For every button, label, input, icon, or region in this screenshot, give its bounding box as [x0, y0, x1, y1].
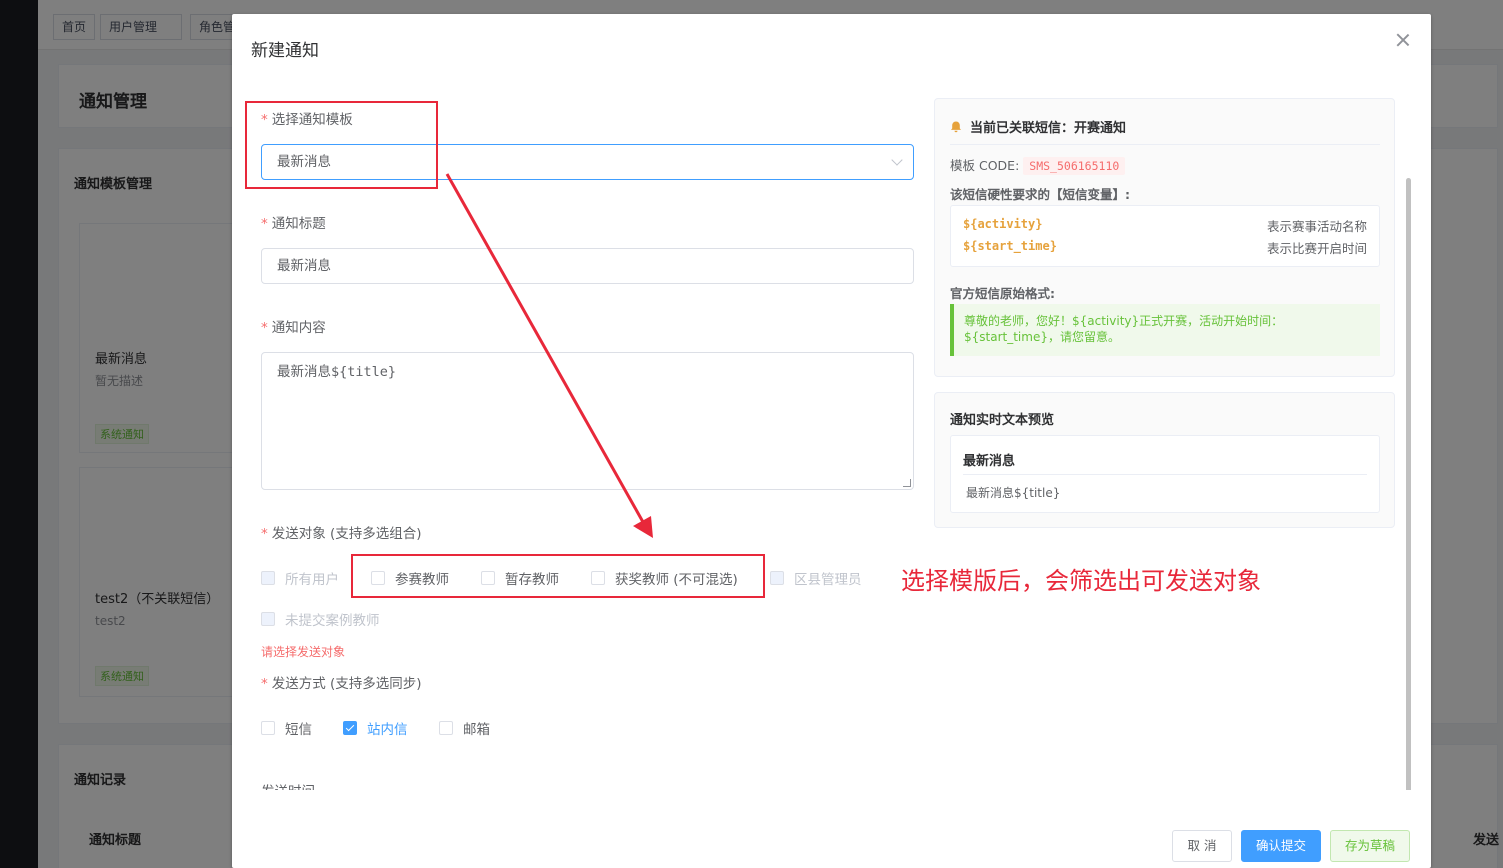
preview-title: 最新消息 [963, 454, 1016, 469]
preview-box: 最新消息 最新消息${title} [950, 435, 1380, 513]
annotation-box-targets [351, 554, 765, 598]
var-name: ${start_time} [963, 239, 1057, 253]
var-desc: 表示比赛开启时间 [1266, 241, 1367, 256]
title-label: * 通知标题 [261, 216, 326, 232]
cancel-button[interactable]: 取 消 [1172, 830, 1232, 862]
sms-code-value: SMS_506165110 [1023, 157, 1126, 175]
sms-vars-label: 该短信硬性要求的【短信变量】: [950, 187, 1130, 202]
preview-body: 最新消息${title} [966, 486, 1061, 500]
checkbox[interactable] [261, 721, 275, 735]
chevron-down-icon [891, 154, 903, 166]
target-unsubmitted-teachers[interactable]: 未提交案例教师 [261, 609, 380, 629]
checkbox[interactable] [261, 571, 275, 585]
method-sms[interactable]: 短信 [261, 718, 312, 738]
sms-vars-box: ${activity} 表示赛事活动名称 ${start_time} 表示比赛开… [950, 205, 1380, 267]
preview-header: 通知实时文本预览 [950, 413, 1055, 428]
resize-handle[interactable] [903, 479, 911, 487]
title-input[interactable]: 最新消息 [261, 248, 914, 284]
content-textarea[interactable]: 最新消息${title} [261, 352, 914, 490]
targets-label: * 发送对象 (支持多选组合) [261, 526, 422, 542]
checkbox[interactable] [770, 571, 784, 585]
var-name: ${activity} [963, 217, 1043, 231]
sms-format-text: 尊敬的老师，您好！${activity}正式开赛，活动开始时间：${start_… [950, 304, 1380, 356]
close-icon[interactable] [1395, 32, 1411, 48]
submit-button[interactable]: 确认提交 [1241, 830, 1321, 862]
checkbox[interactable] [261, 612, 275, 626]
scrollbar-thumb[interactable] [1406, 178, 1411, 790]
targets-error: 请选择发送对象 [261, 645, 346, 659]
checkbox[interactable] [439, 721, 453, 735]
annotation-box-template [245, 101, 438, 189]
save-draft-button[interactable]: 存为草稿 [1330, 830, 1410, 862]
method-site-message[interactable]: 站内信 [343, 718, 408, 738]
scrollbar[interactable] [1406, 178, 1411, 790]
target-all-users[interactable]: 所有用户 [261, 568, 339, 588]
sms-code-row: 模板 CODE: SMS_506165110 [950, 155, 1126, 175]
dialog-title: 新建通知 [251, 41, 319, 61]
methods-label: * 发送方式 (支持多选同步) [261, 676, 422, 692]
method-email[interactable]: 邮箱 [439, 718, 490, 738]
annotation-text: 选择模版后，会筛选出可发送对象 [901, 567, 1261, 595]
checkbox[interactable] [343, 721, 357, 735]
bell-icon [951, 121, 961, 132]
sms-panel-header: 当前已关联短信：开赛通知 [950, 117, 1126, 136]
sms-format-label: 官方短信原始格式: [950, 286, 1055, 301]
sms-info-panel: 当前已关联短信：开赛通知 模板 CODE: SMS_506165110 该短信硬性… [934, 98, 1395, 377]
send-time-label: 发送时间 [261, 780, 315, 790]
target-district-admins[interactable]: 区县管理员 [770, 568, 862, 588]
var-desc: 表示赛事活动名称 [1266, 219, 1367, 234]
dialog-body: * 选择通知模板 最新消息 * 通知标题 最新消息 * 通知内容 最新消息${titl… [232, 94, 1431, 790]
preview-panel: 通知实时文本预览 最新消息 最新消息${title} [934, 392, 1395, 528]
content-label: * 通知内容 [261, 320, 326, 336]
